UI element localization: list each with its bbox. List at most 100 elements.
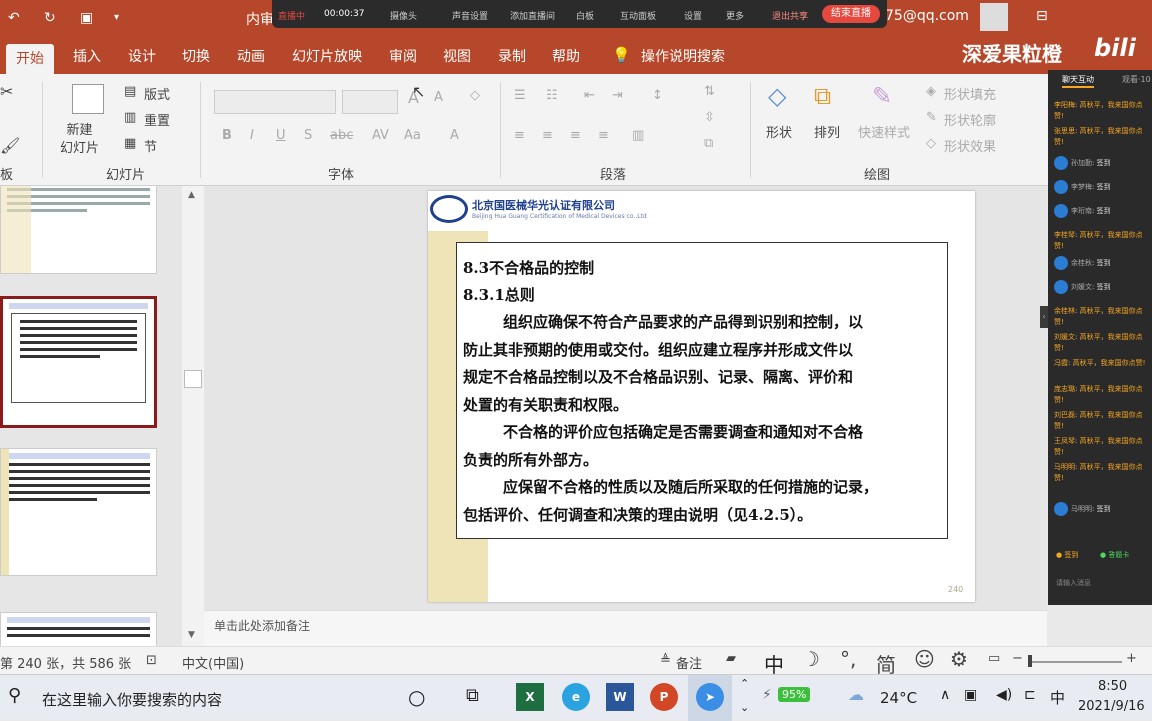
shape-effects-button[interactable]: 形状效果: [944, 136, 996, 155]
stop-share-button[interactable]: 退出共享: [772, 9, 808, 22]
speaker-icon[interactable]: ◀): [996, 687, 1012, 703]
search-icon[interactable]: ⚲: [8, 685, 21, 706]
quick-styles-icon[interactable]: ✎: [872, 82, 892, 110]
new-slide-icon[interactable]: [72, 84, 104, 114]
align-center-icon[interactable]: ≡: [542, 128, 553, 143]
meet-now-icon[interactable]: ⊏: [1024, 687, 1036, 703]
slide-text-box[interactable]: 8.3不合格品的控制 8.3.1总则 组织应确保不符合产品要求的产品得到识别和控…: [456, 242, 948, 539]
word-icon[interactable]: W: [606, 683, 634, 711]
undo-icon[interactable]: ↶: [8, 10, 20, 26]
shapes-button[interactable]: 形状: [766, 122, 792, 141]
font-color-icon[interactable]: A: [450, 128, 459, 143]
arrange-icon[interactable]: ⧉: [814, 82, 831, 110]
increase-indent-icon[interactable]: ⇥: [612, 88, 623, 103]
numbering-icon[interactable]: ☷: [546, 88, 558, 103]
weather-temp[interactable]: 24°C: [880, 689, 917, 707]
task-view-icon[interactable]: ○: [408, 685, 425, 709]
notes-button[interactable]: 备注: [676, 653, 702, 672]
comments-icon[interactable]: ▰: [726, 651, 736, 666]
tab-transitions[interactable]: 切换: [182, 46, 210, 66]
zoom-in-icon[interactable]: +: [1126, 651, 1137, 666]
avatar[interactable]: [980, 3, 1008, 31]
end-live-button[interactable]: 结束直播: [822, 5, 880, 23]
customize-quick-access-icon[interactable]: ▾: [114, 12, 119, 23]
cut-icon[interactable]: ✂: [0, 82, 13, 101]
layout-button[interactable]: 版式: [144, 84, 170, 103]
reset-button[interactable]: 重置: [144, 110, 170, 129]
camera-button[interactable]: 摄像头: [390, 9, 417, 22]
accessibility-icon[interactable]: ⊡: [146, 653, 157, 668]
tray-chevron-icon[interactable]: ∧: [940, 687, 950, 703]
strikethrough-icon[interactable]: abc: [330, 128, 353, 143]
taskbar-search-input[interactable]: 在这里输入你要搜索的内容: [42, 689, 222, 710]
decrease-indent-icon[interactable]: ⇤: [584, 88, 595, 103]
char-spacing-icon[interactable]: AV: [372, 128, 389, 143]
shape-outline-button[interactable]: 形状轮廓: [944, 110, 996, 129]
bold-icon[interactable]: B: [222, 128, 232, 143]
collapse-chat-icon[interactable]: ‹: [1040, 306, 1048, 328]
notes-pane[interactable]: 单击此处添加备注: [204, 610, 1047, 646]
zoom-slider[interactable]: [1030, 661, 1122, 663]
chat-input[interactable]: 请输入消息: [1056, 578, 1091, 588]
chevron-down-icon[interactable]: ⌄: [740, 701, 749, 714]
whiteboard-button[interactable]: 白板: [576, 9, 594, 22]
tab-animations[interactable]: 动画: [237, 46, 265, 66]
clock-date[interactable]: 2021/9/16: [1078, 699, 1145, 714]
redo-icon[interactable]: ↻: [44, 10, 56, 26]
slide-sorter-icon[interactable]: ▭: [988, 651, 1000, 666]
tab-view[interactable]: 视图: [443, 46, 471, 66]
font-name-select[interactable]: [214, 90, 336, 114]
align-right-icon[interactable]: ≡: [570, 128, 581, 143]
line-spacing-icon[interactable]: ↕: [652, 88, 663, 103]
interaction-panel-button[interactable]: 互动面板: [620, 9, 656, 22]
window-restore-icon[interactable]: ⊟: [1036, 8, 1048, 24]
columns-icon[interactable]: ▥: [632, 128, 644, 143]
slide-thumbnails-panel[interactable]: [0, 186, 182, 646]
shape-fill-button[interactable]: 形状填充: [944, 84, 996, 103]
thumbnails-scrollbar[interactable]: ▲ ▼: [182, 186, 204, 646]
browser-icon[interactable]: e: [562, 683, 590, 711]
text-direction-icon[interactable]: ⇅: [704, 84, 715, 99]
more-button[interactable]: 更多: [726, 9, 744, 22]
smartart-icon[interactable]: ⧉: [704, 136, 713, 151]
new-slide-button[interactable]: 新建 幻灯片: [60, 122, 99, 158]
tab-viewers[interactable]: 观看·10: [1122, 74, 1151, 85]
justify-icon[interactable]: ≡: [598, 128, 609, 143]
scroll-up-icon[interactable]: ▲: [188, 190, 195, 200]
gear-icon[interactable]: ⚙: [950, 647, 968, 671]
tab-chat[interactable]: 聊天互动: [1062, 74, 1094, 85]
tab-design[interactable]: 设计: [128, 46, 156, 66]
scroll-thumb[interactable]: [184, 370, 202, 388]
chevron-up-icon[interactable]: ⌃: [740, 677, 749, 690]
tab-help[interactable]: 帮助: [552, 46, 580, 66]
live-app-icon[interactable]: ➤: [696, 683, 724, 711]
network-icon[interactable]: ▣: [964, 687, 977, 703]
tab-review[interactable]: 审阅: [389, 46, 417, 66]
tab-insert[interactable]: 插入: [73, 46, 101, 66]
tab-record[interactable]: 录制: [498, 46, 526, 66]
format-painter-icon[interactable]: 🖌: [0, 136, 20, 155]
add-room-button[interactable]: 添加直播间: [510, 9, 555, 22]
signin-button[interactable]: ● 签到: [1056, 550, 1078, 560]
zoom-slider-thumb[interactable]: [1028, 655, 1032, 667]
slide-thumbnail[interactable]: [0, 186, 157, 274]
answer-card-button[interactable]: ● 答题卡: [1100, 550, 1129, 560]
slide-thumbnail-current[interactable]: [0, 296, 157, 428]
italic-icon[interactable]: I: [250, 128, 254, 143]
scroll-down-icon[interactable]: ▼: [188, 630, 195, 640]
language-indicator[interactable]: 中文(中国): [182, 653, 244, 672]
tell-me-search[interactable]: 操作说明搜索: [641, 46, 725, 66]
emoji-icon[interactable]: ☺: [914, 647, 935, 671]
font-size-select[interactable]: [342, 90, 398, 114]
present-icon[interactable]: ▣: [80, 10, 93, 26]
tab-slideshow[interactable]: 幻灯片放映: [292, 46, 362, 66]
slide-thumbnail[interactable]: [0, 448, 157, 576]
bullets-icon[interactable]: ☰: [514, 88, 526, 103]
shadow-icon[interactable]: S: [304, 128, 312, 143]
clock-time[interactable]: 8:50: [1098, 679, 1127, 694]
moon-icon[interactable]: ☽: [802, 647, 820, 671]
align-left-icon[interactable]: ≡: [514, 128, 525, 143]
settings-button[interactable]: 设置: [684, 9, 702, 22]
slide-thumbnail[interactable]: [0, 612, 157, 646]
underline-icon[interactable]: U: [276, 128, 286, 143]
